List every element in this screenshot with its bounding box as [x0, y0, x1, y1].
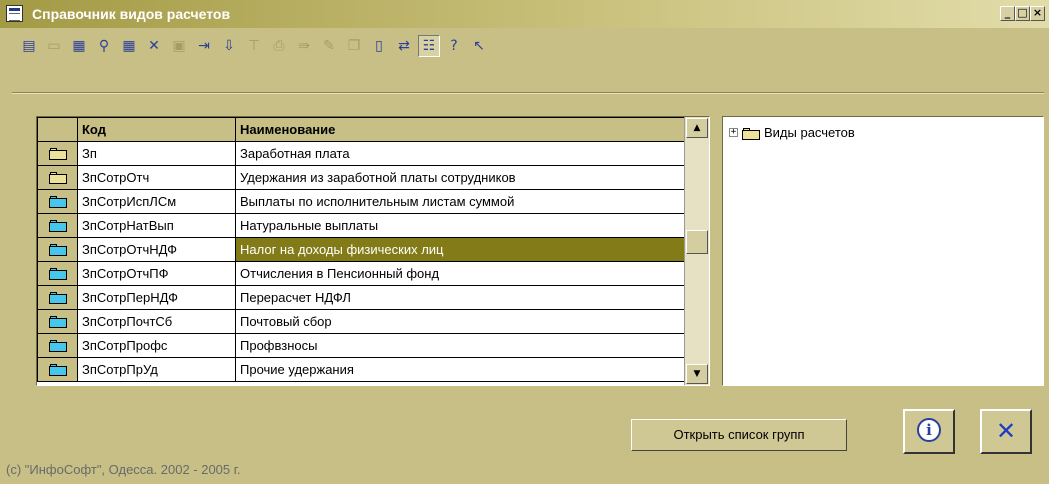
item-folder-icon [48, 292, 67, 304]
toolbar: ▤ ▭ ▦ ⚲ ▦ ✕ ▣ ⇥ ⇩ ⊤ ⎙ ⇛ ✎ ❐ ▯ ⇄ ☷? ↖ [18, 33, 490, 59]
cell-name[interactable]: Налог на доходы физических лиц [235, 237, 686, 262]
codes-table: Код Наименование Зп Заработная плата ЗпСот… [37, 117, 686, 382]
toolbar-table-icon[interactable]: ▦ [118, 35, 140, 57]
cell-code[interactable]: ЗпСотрПерНДФ [77, 285, 236, 310]
minimize-button[interactable]: _ [1000, 6, 1015, 21]
toolbar-tree-icon[interactable]: ☷ [418, 35, 440, 57]
info-button[interactable]: i [903, 409, 955, 454]
table-row[interactable]: ЗпСотрОтч Удержания из заработной платы с… [37, 165, 686, 190]
table-row[interactable]: ЗпСотрПерНДФ Перерасчет НДФЛ [37, 285, 686, 310]
table-row[interactable]: ЗпСотрНатВып Натуральные выплаты [37, 213, 686, 238]
cell-code[interactable]: ЗпСотрИспЛСм [77, 189, 236, 214]
window-title: Справочник видов расчетов [32, 6, 231, 22]
cell-code[interactable]: ЗпСотрОтч [77, 165, 236, 190]
table-row[interactable]: ЗпСотрПрУд Прочие удержания [37, 357, 686, 382]
item-folder-icon [48, 220, 67, 232]
item-folder-icon [48, 244, 67, 256]
toolbar-wand-icon[interactable]: ✎ [318, 35, 340, 57]
row-icon-cell [37, 285, 78, 310]
toolbar-clone-icon[interactable]: ❐ [343, 35, 365, 57]
cell-code[interactable]: ЗпСотрПрУд [77, 357, 236, 382]
title-bar: Справочник видов расчетов _ □ × [0, 0, 1049, 28]
row-icon-cell [37, 189, 78, 214]
tree-expand-icon[interactable]: + [729, 127, 738, 137]
item-folder-icon [48, 364, 67, 376]
cell-name[interactable]: Удержания из заработной платы сотруднико… [235, 165, 686, 190]
table-row[interactable]: ЗпСотрПочтСб Почтовый сбор [37, 309, 686, 334]
toolbar-whatsthis-icon[interactable]: ↖ [468, 35, 490, 57]
toolbar-filter-icon[interactable]: ⊤ [243, 35, 265, 57]
column-header-name[interactable]: Наименование [235, 117, 686, 142]
toolbar-move-icon[interactable]: ⇥ [193, 35, 215, 57]
cell-code[interactable]: ЗпСотрОтчНДФ [77, 237, 236, 262]
item-folder-icon [48, 196, 67, 208]
cell-name[interactable]: Выплаты по исполнительным листам суммой [235, 189, 686, 214]
app-icon [6, 5, 23, 22]
cell-code[interactable]: ЗпСотрНатВып [77, 213, 236, 238]
table-row[interactable]: ЗпСотрИспЛСм Выплаты по исполнительным ли… [37, 189, 686, 214]
table-body: Зп Заработная плата ЗпСотрОтч Удержания из … [37, 141, 686, 382]
toolbar-copy-icon[interactable]: ▣ [168, 35, 190, 57]
close-window-button[interactable]: × [1030, 6, 1045, 21]
table-row[interactable]: Зп Заработная плата [37, 141, 686, 166]
toolbar-new-icon[interactable]: ▤ [18, 35, 40, 57]
table-row[interactable]: ЗпСотрОтчНДФ Налог на доходы физических л… [37, 237, 686, 262]
cell-code[interactable]: ЗпСотрПрофс [77, 333, 236, 358]
row-icon-cell [37, 261, 78, 286]
cell-name[interactable]: Прочие удержания [235, 357, 686, 382]
cell-name[interactable]: Перерасчет НДФЛ [235, 285, 686, 310]
cell-code[interactable]: ЗпСотрОтчПФ [77, 261, 236, 286]
cell-name[interactable]: Отчисления в Пенсионный фонд [235, 261, 686, 286]
toolbar-doc-icon[interactable]: ▯ [368, 35, 390, 57]
toolbar-move-down-icon[interactable]: ⇩ [218, 35, 240, 57]
cell-name[interactable]: Натуральные выплаты [235, 213, 686, 238]
groups-tree: + Виды расчетов [722, 116, 1044, 386]
toolbar-delete-icon[interactable]: ✕ [143, 35, 165, 57]
cell-code[interactable]: ЗпСотрПочтСб [77, 309, 236, 334]
toolbar-folder-icon[interactable]: ▭ [43, 35, 65, 57]
item-folder-icon [48, 268, 67, 280]
toolbar-print-icon[interactable]: ⎙ [268, 35, 290, 57]
tree-node-label: Виды расчетов [764, 124, 855, 140]
row-icon-cell [37, 141, 78, 166]
table-row[interactable]: ЗпСотрПрофс Профвзносы [37, 333, 686, 358]
row-icon-cell [37, 165, 78, 190]
scroll-down-button[interactable]: ▼ [686, 364, 708, 384]
info-icon: i [917, 418, 941, 442]
cell-name[interactable]: Профвзносы [235, 333, 686, 358]
toolbar-export-icon[interactable]: ⇛ [293, 35, 315, 57]
item-folder-icon [48, 340, 67, 352]
cell-name[interactable]: Почтовый сбор [235, 309, 686, 334]
header-icon-cell [37, 117, 78, 142]
table-header-row: Код Наименование [37, 117, 686, 142]
tree-node-root[interactable]: + Виды расчетов [729, 124, 855, 140]
column-header-code[interactable]: Код [77, 117, 236, 142]
toolbar-find-icon[interactable]: ⚲ [93, 35, 115, 57]
folder-icon [742, 128, 760, 140]
row-icon-cell [37, 237, 78, 262]
codes-table-panel: Код Наименование Зп Заработная плата ЗпСот… [36, 116, 710, 386]
row-icon-cell [37, 309, 78, 334]
toolbar-divider [12, 92, 1044, 94]
scroll-thumb[interactable] [686, 230, 708, 254]
row-icon-cell [37, 357, 78, 382]
close-button[interactable]: ✕ [980, 409, 1032, 454]
maximize-button[interactable]: □ [1015, 6, 1030, 21]
toolbar-help-icon[interactable]: ? [443, 35, 465, 57]
toolbar-transfer-icon[interactable]: ⇄ [393, 35, 415, 57]
cell-name[interactable]: Заработная плата [235, 141, 686, 166]
open-groups-button[interactable]: Открыть список групп [631, 419, 847, 451]
table-row[interactable]: ЗпСотрОтчПФ Отчисления в Пенсионный фонд [37, 261, 686, 286]
group-folder-icon [48, 172, 67, 184]
row-icon-cell [37, 333, 78, 358]
item-folder-icon [48, 316, 67, 328]
table-scrollbar[interactable]: ▲ ▼ [684, 117, 709, 385]
row-icon-cell [37, 213, 78, 238]
cell-code[interactable]: Зп [77, 141, 236, 166]
group-folder-icon [48, 148, 67, 160]
scroll-up-button[interactable]: ▲ [686, 118, 708, 138]
copyright-text: (с) "ИнфоСофт", Одесса. 2002 - 2005 г. [6, 462, 241, 477]
window-controls: _ □ × [1000, 6, 1045, 21]
toolbar-edit-icon[interactable]: ▦ [68, 35, 90, 57]
